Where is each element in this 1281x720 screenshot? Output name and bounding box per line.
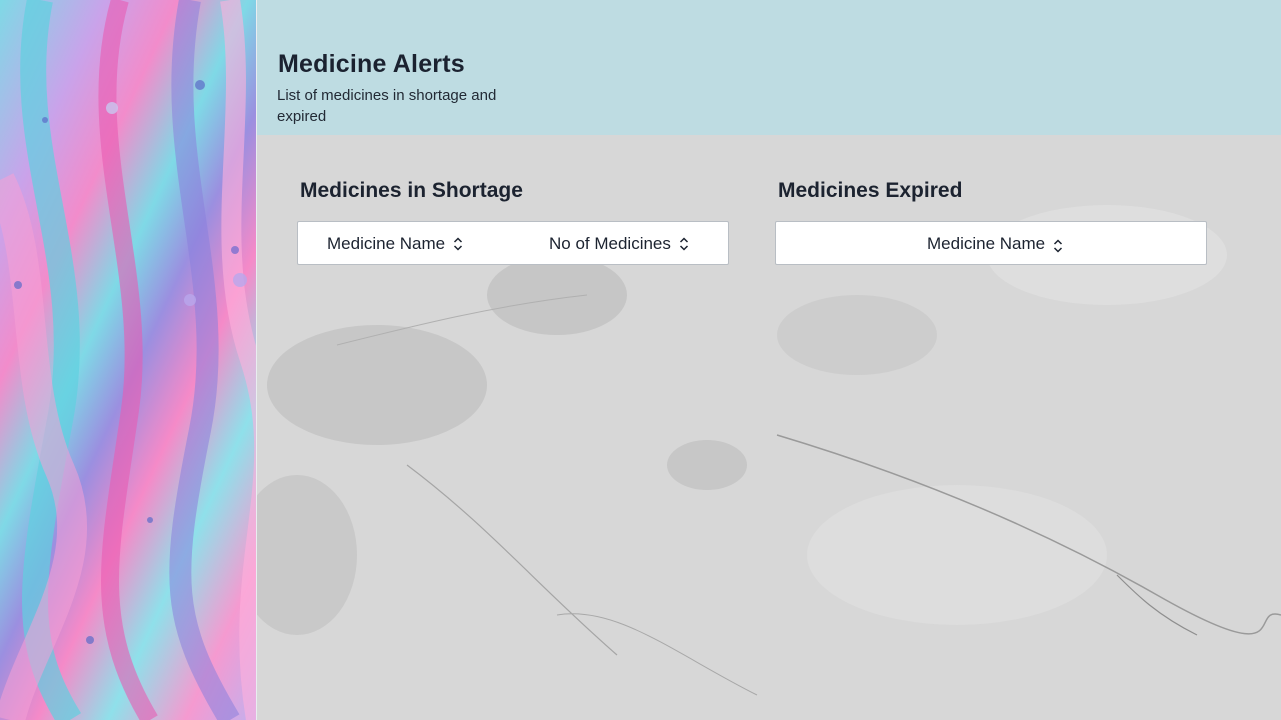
column-label: Medicine Name	[927, 234, 1046, 253]
page-header: Medicine Alerts List of medicines in sho…	[257, 0, 1281, 135]
column-header-medicine-name[interactable]: Medicine Name	[327, 222, 463, 266]
sort-icon[interactable]	[679, 236, 689, 252]
column-header-no-of-medicines[interactable]: No of Medicines	[549, 222, 689, 266]
sort-icon[interactable]	[453, 236, 463, 252]
page-subtitle: List of medicines in shortage and expire…	[277, 87, 497, 125]
column-label: No of Medicines	[549, 234, 671, 253]
expired-section-title: Medicines Expired	[778, 179, 963, 202]
column-header-medicine-name[interactable]: Medicine Name	[927, 222, 1063, 266]
column-label: Medicine Name	[327, 234, 446, 253]
sidebar-decorative-image	[0, 0, 256, 720]
main-content: Medicines in Shortage Medicine Name No o…	[257, 135, 1281, 720]
page-title: Medicine Alerts	[278, 50, 465, 78]
shortage-table-header: Medicine Name No of Medicines	[297, 221, 729, 265]
sort-icon[interactable]	[1053, 238, 1063, 254]
shortage-section-title: Medicines in Shortage	[300, 179, 523, 202]
expired-table-header: Medicine Name	[775, 221, 1207, 265]
